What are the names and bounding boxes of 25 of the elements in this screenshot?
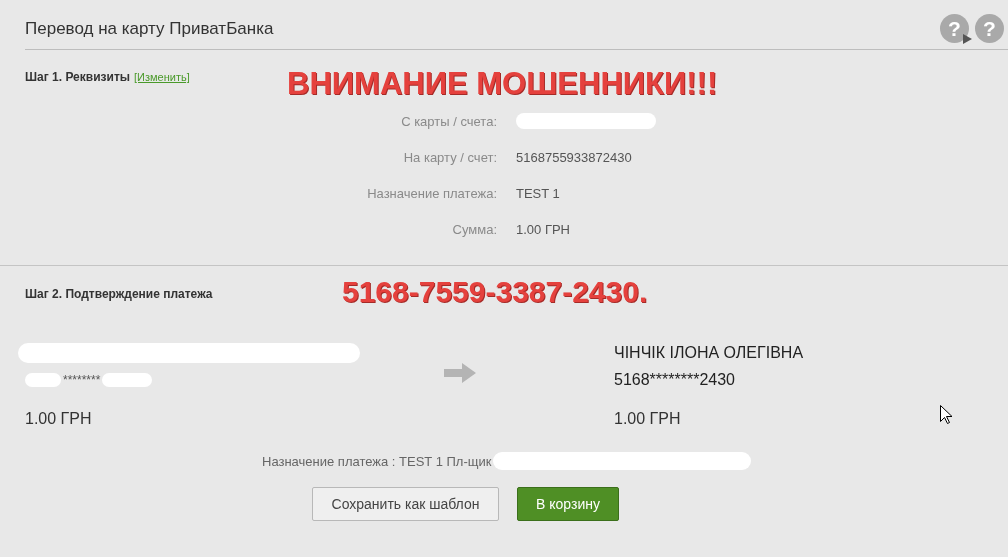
arrow-right-icon [444, 363, 476, 383]
field-label: Назначение платежа: [366, 185, 497, 201]
amount: 1.00 ГРН [25, 410, 92, 428]
page-title: Перевод на карту ПриватБанка [25, 18, 274, 39]
save-template-button[interactable]: Сохранить как шаблон [312, 487, 499, 521]
amount: 1.00 ГРН [614, 410, 681, 428]
step-heading: Шаг 2. Подтверждение платежа [25, 287, 213, 301]
field-value: 1.00 ГРН [516, 221, 570, 237]
field-value: 5168755933872430 [516, 149, 632, 165]
help-button[interactable]: ? [975, 14, 1004, 43]
field-label: На карту / счет: [402, 149, 497, 165]
field-label: С карты / счета: [400, 113, 497, 129]
cart-button[interactable]: В корзину [517, 487, 619, 521]
edit-link[interactable]: [Изменить] [134, 71, 190, 83]
card-number: 5168********2430 [614, 369, 735, 390]
field-label: Сумма: [451, 221, 497, 237]
payment-purpose: Назначение платежа : TEST 1 Пл-щик [262, 453, 492, 469]
warning-text: 5168-7559-3387-2430. [342, 275, 648, 309]
card-number: ******** [63, 372, 101, 387]
step-heading: Шаг 1. Реквизиты [25, 70, 130, 84]
mouse-pointer-icon [940, 405, 952, 424]
help-button[interactable]: ? [940, 14, 969, 43]
recipient-name: ЧІНЧІК ІЛОНА ОЛЕГІВНА [614, 342, 804, 363]
warning-text: ВНИМАНИЕ МОШЕННИКИ!!! [287, 66, 718, 102]
field-value: TEST 1 [516, 185, 560, 201]
